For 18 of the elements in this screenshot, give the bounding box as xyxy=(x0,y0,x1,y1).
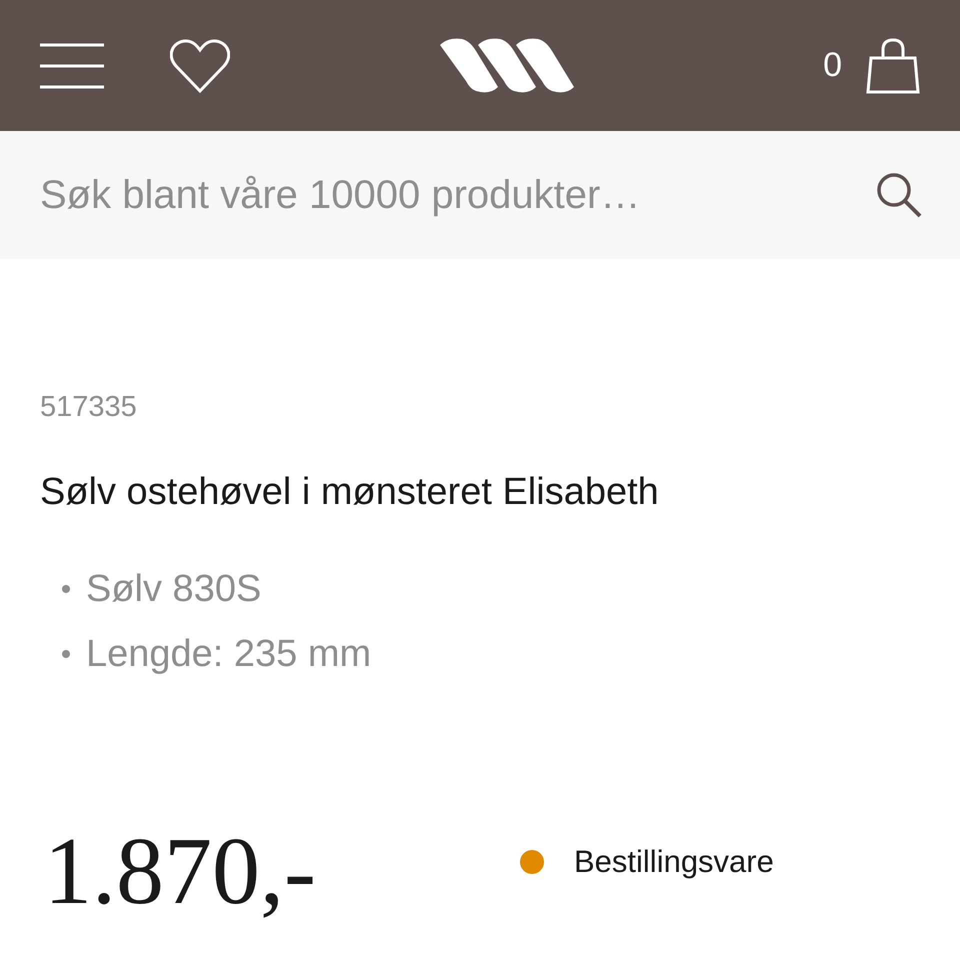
search-icon xyxy=(876,172,922,218)
product-title: Sølv ostehøvel i mønsteret Elisabeth xyxy=(40,470,660,514)
feature-text: Lengde: 235 mm xyxy=(86,632,372,676)
bullet-icon xyxy=(62,585,70,593)
product-number: 517335 xyxy=(40,390,138,425)
price: 1.870,- xyxy=(43,822,317,918)
menu-icon xyxy=(40,42,104,88)
availability-label: Bestillingsvare xyxy=(574,842,774,880)
search-button[interactable] xyxy=(866,131,960,259)
search-field[interactable]: Søk blant våre 10000 produkter… xyxy=(0,131,866,259)
menu-button[interactable] xyxy=(40,42,104,88)
bullet-icon xyxy=(62,650,70,658)
feature-text: Sølv 830S xyxy=(86,566,262,612)
cart-count: 0 xyxy=(823,45,842,86)
favorites-button[interactable] xyxy=(170,38,230,94)
shopping-bag-icon xyxy=(866,38,920,94)
cart-button[interactable] xyxy=(866,38,920,94)
heart-icon xyxy=(170,38,230,94)
